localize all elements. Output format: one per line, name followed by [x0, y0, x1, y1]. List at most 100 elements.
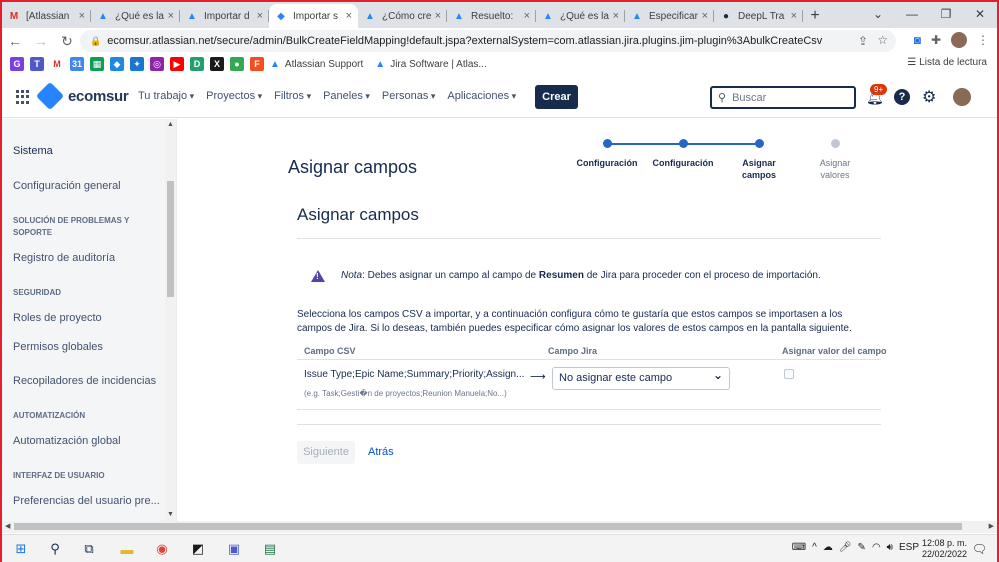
forward-icon[interactable]: → [28, 33, 54, 49]
nav-proyectos[interactable]: Proyectos [206, 90, 262, 102]
restore-icon[interactable]: ❐ [929, 2, 963, 28]
clock[interactable]: 12:08 p. m. 22/02/2022 [922, 538, 967, 560]
bookmark-atlassian-support[interactable]: ▲ Atlassian Support [270, 59, 363, 70]
browser-tab[interactable]: ▲ Especificar × [625, 4, 714, 28]
nav-tu-trabajo[interactable]: Tu trabajo [138, 90, 194, 102]
url-input[interactable]: 🔒 ecomsur.atlassian.net/secure/admin/Bul… [80, 30, 896, 52]
settings-gear-icon[interactable]: ⚙ [922, 87, 936, 107]
close-tab-icon[interactable]: × [168, 10, 174, 22]
new-tab-icon[interactable]: + [803, 4, 827, 28]
nav-filtros[interactable]: Filtros [274, 90, 311, 102]
teams-icon[interactable]: T [30, 57, 44, 71]
reload-icon[interactable]: ↻ [54, 33, 80, 50]
nav-aplicaciones[interactable]: Aplicaciones [447, 90, 516, 102]
microphone-icon[interactable]: 🎤︎ [839, 542, 852, 553]
gmail-icon[interactable]: M [50, 57, 64, 71]
close-tab-icon[interactable]: × [791, 10, 797, 22]
file-explorer-icon[interactable]: ▬ [118, 540, 136, 558]
help-icon[interactable]: ? [894, 89, 910, 105]
notification-center-icon[interactable]: 🗨︎ [972, 542, 987, 556]
nav-paneles[interactable]: Paneles [323, 90, 370, 102]
sidebar-item-recopiladores[interactable]: Recopiladores de incidencias [13, 375, 156, 387]
next-button[interactable]: Siguiente [297, 441, 355, 464]
sidebar-item-permisos-globales[interactable]: Permisos globales [13, 341, 103, 353]
onedrive-icon[interactable]: ☁ [823, 542, 833, 553]
figma-icon[interactable]: F [250, 57, 264, 71]
search-icon[interactable]: ⚲ [46, 540, 64, 558]
close-tab-icon[interactable]: × [613, 10, 619, 22]
keyboard-icon[interactable]: ⌨ [792, 542, 806, 553]
sidebar-item-roles-proyecto[interactable]: Roles de proyecto [13, 312, 102, 324]
browser-tab[interactable]: ● DeepL Tra × [714, 4, 803, 28]
sidebar-item-configuracion-general[interactable]: Configuración general [13, 180, 121, 192]
close-tab-icon[interactable]: × [346, 10, 352, 22]
sidebar-item-registro-auditoria[interactable]: Registro de auditoría [13, 252, 115, 264]
close-tab-icon[interactable]: × [79, 10, 85, 22]
profile-avatar[interactable] [951, 32, 967, 48]
nav-personas[interactable]: Personas [382, 90, 436, 102]
browser-menu-icon[interactable]: ⋮ [977, 33, 989, 47]
reading-list[interactable]: ☰ Lista de lectura [907, 57, 987, 68]
diamond-app-icon[interactable]: ◆ [110, 57, 124, 71]
sidebar-scrollbar[interactable]: ▲ ▼ [165, 119, 176, 521]
teams-icon[interactable]: ▣ [225, 540, 243, 558]
avatar[interactable] [953, 88, 971, 106]
horizontal-scroll-thumb[interactable] [14, 523, 962, 530]
browser-tab[interactable]: ▲ Resuelto: × [447, 4, 536, 28]
scroll-up-icon[interactable]: ▲ [167, 121, 174, 128]
sidebar-scroll-thumb[interactable] [167, 181, 174, 297]
language-indicator[interactable]: ESP [899, 542, 919, 553]
browser-tab[interactable]: ▲ Importar d × [180, 4, 269, 28]
excel-icon[interactable]: ▤ [261, 540, 279, 558]
drive-icon[interactable]: D [190, 57, 204, 71]
close-window-icon[interactable]: ✕ [963, 2, 997, 28]
chevron-up-icon[interactable]: ^ [812, 542, 817, 553]
sidebar-item-automatizacion-global[interactable]: Automatización global [13, 435, 121, 447]
back-icon[interactable]: ← [2, 33, 28, 49]
extensions-puzzle-icon[interactable]: ✚ [931, 33, 941, 47]
close-tab-icon[interactable]: × [257, 10, 263, 22]
browser-tab[interactable]: ▲ ¿Qué es la × [536, 4, 625, 28]
sticky-notes-icon[interactable]: ◩ [189, 540, 207, 558]
search-input[interactable]: ⚲ Buscar [710, 86, 856, 109]
close-tab-icon[interactable]: × [702, 10, 708, 22]
scroll-right-icon[interactable]: ▶ [989, 521, 994, 533]
browser-tab[interactable]: M [Atlassian × [2, 4, 91, 28]
scroll-down-icon[interactable]: ▼ [167, 511, 174, 518]
calendar-icon[interactable]: 31 [70, 57, 84, 71]
sidebar-item-preferencias[interactable]: Preferencias del usuario pre... [13, 495, 160, 507]
minimize-icon[interactable]: — [895, 2, 929, 28]
scroll-left-icon[interactable]: ◀ [5, 521, 10, 533]
pen-icon[interactable]: ✎ [858, 542, 866, 553]
logo[interactable]: ecomsur [35, 81, 129, 111]
map-value-checkbox[interactable] [784, 369, 794, 379]
x-app-icon[interactable]: X [210, 57, 224, 71]
task-view-icon[interactable]: ⧉ [80, 540, 98, 558]
extension-icon[interactable]: ◙ [914, 33, 921, 47]
browser-tab[interactable]: ▲ ¿Cómo cre × [358, 4, 447, 28]
create-button[interactable]: Crear [535, 85, 578, 109]
volume-icon[interactable]: 🔊︎ [887, 542, 893, 553]
circle-app-icon[interactable]: ◎ [150, 57, 164, 71]
lock-icon[interactable]: 🔒 [90, 36, 101, 47]
wifi-icon[interactable]: ◠ [872, 542, 881, 553]
windows-start-icon[interactable]: ⊞ [12, 540, 30, 558]
youtube-icon[interactable]: ▶ [170, 57, 184, 71]
bookmark-app-icon[interactable]: G [10, 57, 24, 71]
browser-tab[interactable]: ▲ ¿Qué es la × [91, 4, 180, 28]
close-tab-icon[interactable]: × [435, 10, 441, 22]
chrome-icon[interactable]: ◉ [153, 540, 171, 558]
maps-icon[interactable]: ● [230, 57, 244, 71]
share-icon[interactable]: ⇪ [858, 34, 868, 48]
dropbox-icon[interactable]: ✦ [130, 57, 144, 71]
app-switcher-icon[interactable] [16, 90, 30, 104]
sheets-icon[interactable]: ▦ [90, 57, 104, 71]
bookmark-star-icon[interactable]: ☆ [877, 33, 888, 47]
tab-search-icon[interactable]: ⌄ [861, 2, 895, 28]
browser-tab[interactable]: ◆ Importar s × [269, 4, 358, 28]
bookmark-jira-software[interactable]: ▲ Jira Software | Atlas... [375, 59, 486, 70]
back-link[interactable]: Atrás [368, 446, 394, 458]
jira-field-select[interactable]: No asignar este campo [552, 365, 730, 390]
close-tab-icon[interactable]: × [524, 10, 530, 22]
horizontal-scrollbar[interactable]: ◀ ▶ [2, 521, 997, 533]
